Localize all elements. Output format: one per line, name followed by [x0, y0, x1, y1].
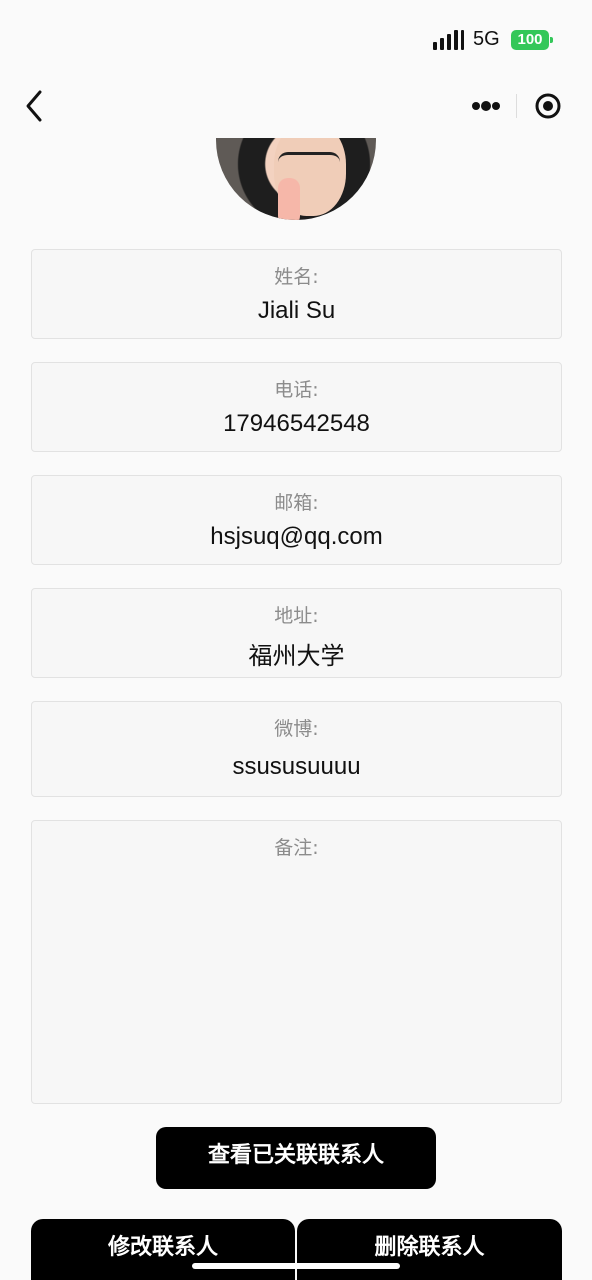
address-value: 福州大学	[248, 642, 345, 670]
mini-program-capsule	[460, 88, 576, 124]
weibo-field[interactable]: 微博: ssususuuuu	[31, 701, 562, 797]
email-value: hsjsuq@qq.com	[210, 523, 383, 550]
phone-value: 17946542548	[223, 410, 370, 437]
weibo-value: ssususuuuu	[232, 753, 361, 780]
address-label: 地址:	[274, 605, 319, 627]
name-value: Jiali Su	[257, 297, 336, 324]
address-field[interactable]: 地址: 福州大学	[31, 588, 562, 678]
more-dots-icon	[472, 101, 500, 111]
weibo-label: 微博:	[274, 718, 319, 740]
note-field[interactable]: 备注:	[31, 820, 562, 1104]
phone-field[interactable]: 电话: 17946542548	[31, 362, 562, 452]
nav-bar	[0, 80, 592, 132]
record-circle-icon	[535, 93, 561, 119]
more-button[interactable]	[466, 94, 506, 118]
signal-icon	[433, 30, 465, 50]
name-label: 姓名:	[274, 266, 319, 288]
back-button[interactable]	[20, 88, 50, 124]
email-label: 邮箱:	[274, 492, 319, 514]
chevron-left-icon	[26, 90, 42, 122]
view-linked-contacts-button[interactable]: 查看已关联联系人	[156, 1127, 436, 1189]
name-field[interactable]: 姓名: Jiali Su	[31, 249, 562, 339]
phone-label: 电话:	[274, 379, 319, 401]
email-field[interactable]: 邮箱: hsjsuq@qq.com	[31, 475, 562, 565]
delete-contact-button[interactable]: 删除联系人	[297, 1219, 562, 1280]
battery-icon: 100	[511, 30, 553, 50]
edit-contact-button[interactable]: 修改联系人	[31, 1219, 295, 1280]
note-label: 备注:	[274, 837, 319, 859]
network-type: 5G	[473, 28, 500, 50]
close-mini-program-button[interactable]	[534, 92, 562, 120]
status-bar: 5G 100	[0, 0, 592, 80]
avatar[interactable]	[216, 138, 376, 222]
avatar-photo	[216, 138, 376, 220]
home-indicator[interactable]	[192, 1263, 400, 1269]
capsule-divider	[516, 94, 517, 118]
